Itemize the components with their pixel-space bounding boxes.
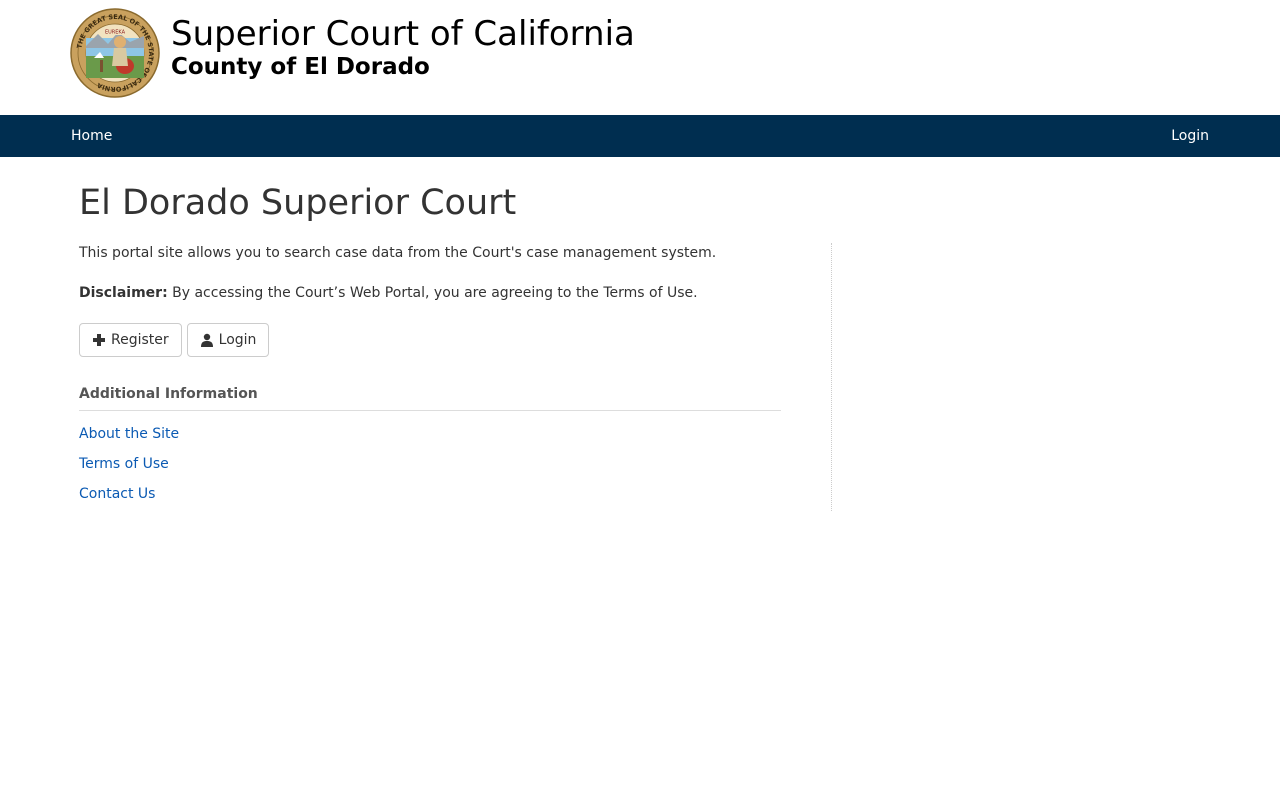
auth-buttons: Register Login — [79, 323, 831, 357]
disclaimer-text: Disclaimer: By accessing the Court’s Web… — [79, 283, 831, 303]
page-title: El Dorado Superior Court — [79, 183, 517, 223]
seal-motto: EUREKA — [105, 30, 126, 36]
disclaimer-label: Disclaimer: — [79, 285, 168, 301]
additional-info-heading: Additional Information — [79, 385, 781, 411]
contact-us-link[interactable]: Contact Us — [79, 479, 831, 509]
login-button[interactable]: Login — [186, 323, 270, 357]
title-block: Superior Court of California County of E… — [171, 14, 635, 81]
main-navbar: Home Login — [0, 115, 1280, 157]
register-button-label: Register — [111, 332, 169, 348]
additional-info-links: About the Site Terms of Use Contact Us — [79, 419, 831, 509]
register-button[interactable]: Register — [79, 323, 182, 357]
column-divider — [831, 243, 832, 511]
nav-login-link[interactable]: Login — [1171, 115, 1209, 157]
user-icon — [200, 333, 213, 347]
login-button-label: Login — [218, 332, 257, 348]
intro-text: This portal site allows you to search ca… — [79, 245, 717, 261]
site-header: THE GREAT SEAL OF THE STATE OF CALIFORNI… — [0, 0, 1280, 115]
terms-of-use-link[interactable]: Terms of Use — [79, 449, 831, 479]
california-state-seal-icon[interactable]: THE GREAT SEAL OF THE STATE OF CALIFORNI… — [70, 8, 160, 98]
nav-home-link[interactable]: Home — [71, 115, 112, 157]
court-name: Superior Court of California — [171, 14, 635, 54]
about-site-link[interactable]: About the Site — [79, 419, 831, 449]
county-name: County of El Dorado — [171, 54, 430, 80]
disclaimer-body: By accessing the Court’s Web Portal, you… — [172, 285, 698, 301]
plus-icon — [93, 334, 105, 346]
main-content: El Dorado Superior Court This portal sit… — [79, 157, 831, 509]
